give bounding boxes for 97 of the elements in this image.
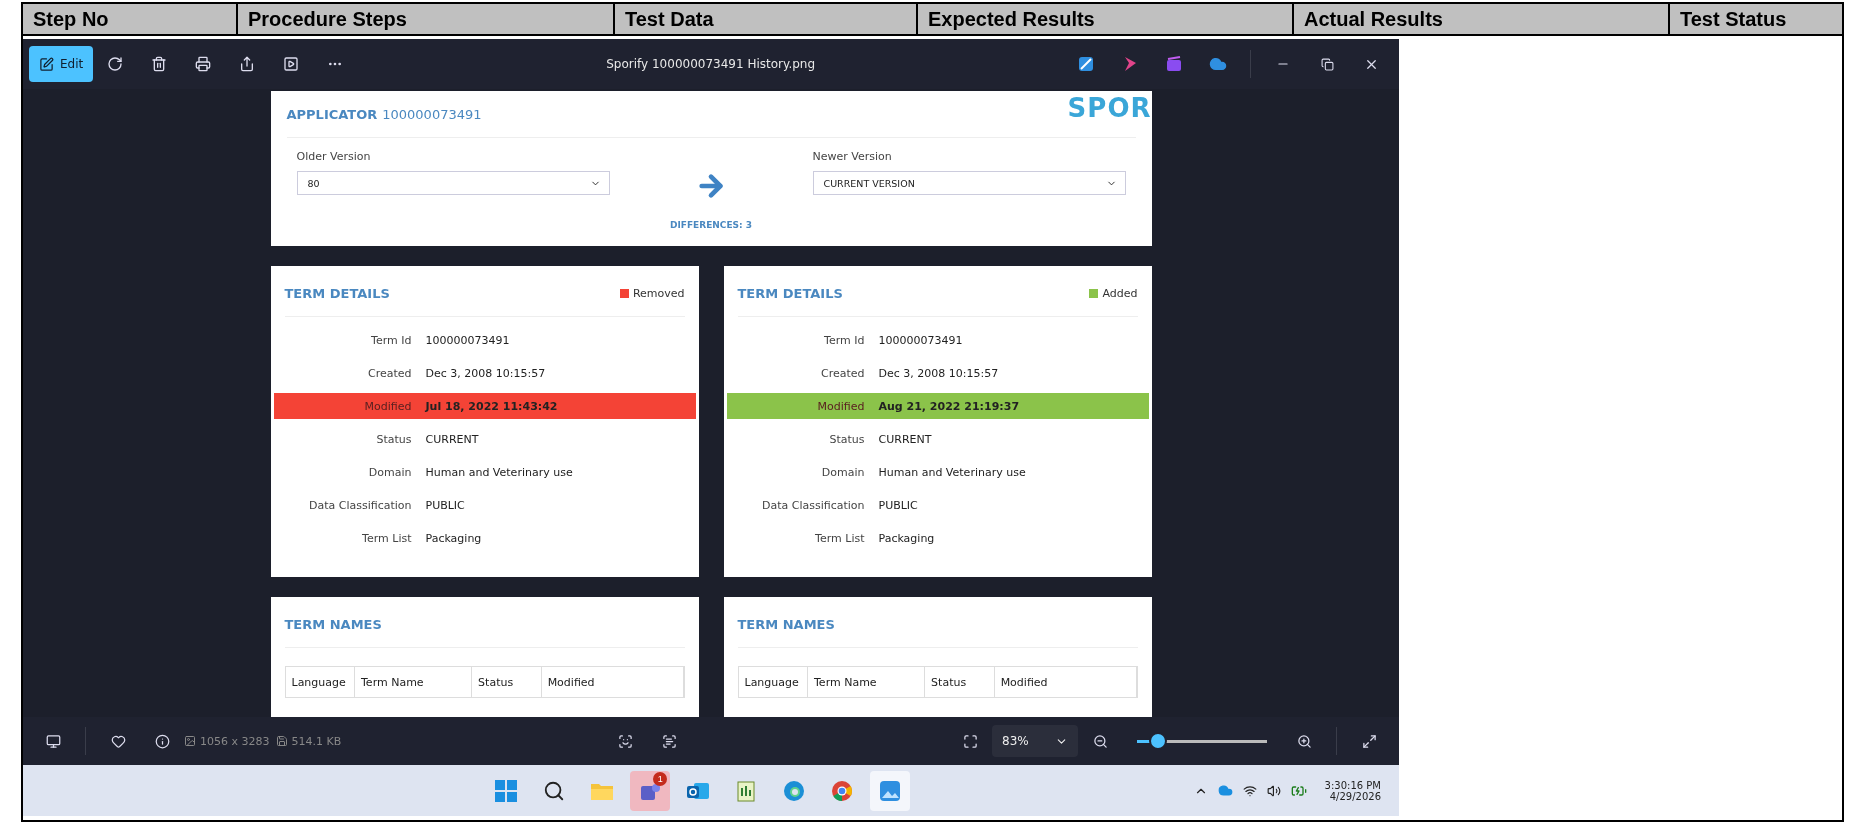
notification-badge: 1 <box>653 771 668 786</box>
field-label: Created <box>366 366 412 380</box>
version-dropdown[interactable]: CURRENT VERSION <box>812 171 1126 195</box>
field-label: Term List <box>361 531 412 545</box>
text-scan-icon <box>662 733 678 749</box>
field-value: CURRENT <box>425 432 479 446</box>
fit-screen-icon <box>962 733 978 749</box>
pencil-app-icon <box>1078 56 1094 72</box>
photos-app-icon <box>879 779 902 802</box>
search-icon <box>543 779 566 802</box>
slider-thumb[interactable] <box>1148 732 1167 750</box>
column-header: Term Name <box>355 667 473 697</box>
column-header: Test Data <box>614 3 917 35</box>
trash-icon <box>151 56 168 72</box>
info-icon <box>154 733 170 749</box>
face-scan-icon <box>618 733 634 749</box>
column-header: Test Status <box>1669 3 1843 35</box>
field-label: Term Id <box>370 333 412 347</box>
round-browser-icon <box>831 779 854 802</box>
field-label: Status <box>828 432 865 446</box>
clock[interactable]: 3:30:16 PM 4/29/2026 <box>1324 779 1381 802</box>
logo: SPOR <box>1067 93 1152 123</box>
file-size: 514.1 KB <box>291 734 342 748</box>
field-label: Modified <box>363 399 412 413</box>
printer-icon <box>195 56 212 72</box>
clock-time: 3:30:16 PM <box>1324 779 1381 791</box>
zoom-in-icon <box>1296 733 1312 749</box>
applicator-id: 100000073491 <box>382 106 482 122</box>
field-label: Modified <box>816 399 865 413</box>
column-header: Modified <box>994 667 1137 697</box>
windows-logo-icon <box>495 779 518 802</box>
rotate-icon <box>107 56 124 72</box>
column-header: Status <box>925 667 995 697</box>
field-value: Packaging <box>878 531 935 545</box>
card-title: APPLICATOR <box>286 106 378 122</box>
edit-button[interactable]: Edit <box>29 46 94 82</box>
field-value: 100000073491 <box>878 333 963 347</box>
column-header: Modified <box>541 667 684 697</box>
window-title: Sporify 100000073491 History.png <box>605 57 817 71</box>
field-value: Dec 3, 2008 10:15:57 <box>878 366 999 380</box>
wifi-icon[interactable] <box>1242 783 1257 798</box>
field-value: Jul 18, 2022 11:43:42 <box>425 399 558 413</box>
volume-icon[interactable] <box>1266 783 1281 798</box>
field-value: Aug 21, 2022 21:19:37 <box>878 399 1020 413</box>
field-label: Domain <box>820 465 865 479</box>
column-header: Term Name <box>808 667 926 697</box>
field-value: Human and Veterinary use <box>425 465 573 479</box>
field-label: Data Classification <box>760 498 865 512</box>
cloud-icon <box>1209 55 1227 73</box>
field-label: Data Classification <box>307 498 412 512</box>
image-icon <box>184 735 196 747</box>
legend-label: Removed <box>619 286 685 300</box>
clapper-app-icon <box>1166 56 1182 72</box>
card-title: TERM DETAILS <box>737 285 843 301</box>
field-label: Term Id <box>823 333 865 347</box>
card-title: TERM NAMES <box>284 616 382 632</box>
column-header: Procedure Steps <box>237 3 614 35</box>
field-value: Dec 3, 2008 10:15:57 <box>425 366 546 380</box>
card-title: TERM NAMES <box>737 616 835 632</box>
differences-count: DIFFERENCES: 3 <box>668 220 754 230</box>
pen-icon <box>39 56 54 72</box>
share-icon <box>239 56 256 72</box>
zoom-out-icon <box>1092 733 1108 749</box>
field-label: Older Version <box>296 150 372 163</box>
field-value: PUBLIC <box>425 498 465 512</box>
column-header: Actual Results <box>1293 3 1669 35</box>
swirl-browser-icon <box>783 779 806 802</box>
column-header: Step No <box>22 3 237 35</box>
field-value: PUBLIC <box>878 498 918 512</box>
column-header: Language <box>738 667 808 697</box>
monitor-icon <box>45 733 61 749</box>
expand-icon <box>1361 733 1377 749</box>
column-header: Status <box>472 667 542 697</box>
clock-date: 4/29/2026 <box>1329 790 1381 802</box>
taskbar-app-button[interactable]: 1 <box>630 770 671 811</box>
field-label: Newer Version <box>812 150 893 163</box>
field-label: Status <box>375 432 412 446</box>
ribbon-app-icon <box>1122 56 1138 72</box>
field-label: Term List <box>814 531 865 545</box>
cloud-icon[interactable] <box>1217 783 1233 798</box>
field-value: Human and Veterinary use <box>878 465 1026 479</box>
field-label: Created <box>819 366 865 380</box>
column-header: Expected Results <box>917 3 1293 35</box>
field-value: 100000073491 <box>425 333 510 347</box>
legend-label: Added <box>1089 286 1138 300</box>
image-dimensions: 1056 x 3283 <box>200 734 270 748</box>
notepad-icon <box>735 779 758 802</box>
version-dropdown[interactable]: 80 <box>296 171 610 195</box>
restore-icon <box>1320 57 1334 71</box>
field-value: Packaging <box>425 531 482 545</box>
column-header: Language <box>285 667 355 697</box>
field-label: Domain <box>367 465 412 479</box>
heart-icon <box>110 733 126 749</box>
zoom-dropdown[interactable]: 83% <box>992 725 1078 757</box>
field-value: CURRENT <box>878 432 932 446</box>
play-icon <box>283 56 300 72</box>
card-title: TERM DETAILS <box>284 285 390 301</box>
